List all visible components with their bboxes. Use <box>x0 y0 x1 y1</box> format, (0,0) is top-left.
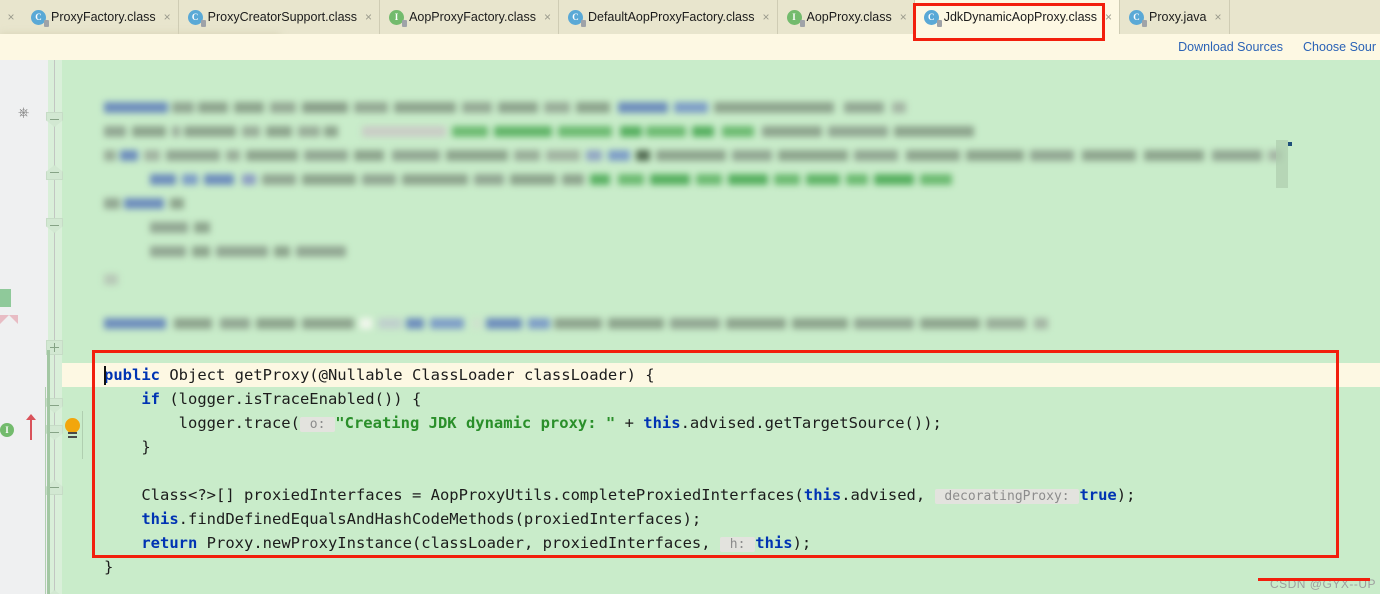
editor-gutter[interactable] <box>0 60 48 594</box>
collapsed-region-icon[interactable]: ⎈ <box>18 104 33 120</box>
text-caret <box>104 366 106 385</box>
code-token: logger.trace( <box>178 414 300 432</box>
editor-tab-label: JdkDynamicAopProxy.class <box>943 10 1098 24</box>
code-token: Object getProxy(@Nullable ClassLoader cl… <box>160 366 655 384</box>
editor-tab-jdkdynamicaopproxy-class[interactable]: C JdkDynamicAopProxy.class × <box>914 0 1121 34</box>
line-if-trace[interactable]: if (logger.isTraceEnabled()) { <box>104 387 1135 411</box>
editor-tab-proxyfactory-class[interactable]: C ProxyFactory.class × <box>22 0 179 34</box>
bookmark-icon[interactable] <box>0 315 18 324</box>
editor-tab-close-icon[interactable]: × <box>1214 10 1221 24</box>
code-token: "Creating JDK dynamic proxy: " <box>335 414 616 432</box>
line-signature[interactable]: public Object getProxy(@Nullable ClassLo… <box>104 363 1135 387</box>
vcs-change-marker[interactable] <box>0 289 11 307</box>
scroll-error-marker <box>1288 142 1292 146</box>
editor-tab-defaultaopproxyfactory-class[interactable]: C DefaultAopProxyFactory.class × <box>558 0 778 34</box>
code-token: if <box>141 390 160 408</box>
code-token: this <box>803 486 842 504</box>
editor-tab-aopproxyfactory-class[interactable]: I AopProxyFactory.class × <box>380 0 559 34</box>
editor-tab-aopproxy-class[interactable]: I AopProxy.class × <box>777 0 915 34</box>
scroll-region-marker <box>1276 140 1288 188</box>
tab-bar-close-icon[interactable]: × <box>0 0 22 34</box>
code-token: h: <box>719 537 756 552</box>
editor-tab-label: ProxyCreatorSupport.class <box>207 10 358 24</box>
code-editor[interactable]: ⎈ I public Object getProxy(@Nullable Cla… <box>0 60 1380 594</box>
line-proxied-interfaces[interactable]: Class<?>[] proxiedInterfaces = AopProxyU… <box>104 483 1135 507</box>
code-token: .advised.getTargetSource()); <box>680 414 942 432</box>
vcs-change-bar[interactable] <box>47 350 50 594</box>
line-close-if[interactable]: } <box>104 435 1135 459</box>
line-logger-trace[interactable]: logger.trace( o: "Creating JDK dynamic p… <box>104 411 1135 435</box>
line-find-defined[interactable]: this.findDefinedEqualsAndHashCodeMethods… <box>104 507 1135 531</box>
tab-bar-empty-space <box>1229 0 1380 34</box>
editor-tab-label: AopProxyFactory.class <box>409 10 536 24</box>
code-token: ); <box>792 534 812 552</box>
editor-tab-close-icon[interactable]: × <box>900 10 907 24</box>
code-token: .advised, <box>841 486 935 504</box>
editor-tab-close-icon[interactable]: × <box>365 10 372 24</box>
code-token: this <box>643 414 681 432</box>
editor-tab-label: Proxy.java <box>1149 10 1207 24</box>
editor-tab-label: ProxyFactory.class <box>51 10 156 24</box>
editor-tab-proxy-java[interactable]: C Proxy.java × <box>1120 0 1230 34</box>
class-icon: C <box>923 9 942 27</box>
fold-guide-line <box>54 60 55 594</box>
implementation-marker-icon[interactable]: I <box>0 423 14 437</box>
code-token: ); <box>1116 486 1136 504</box>
code-token: } <box>104 558 114 576</box>
download-sources-link[interactable]: Download Sources <box>1178 40 1283 54</box>
editor-tab-close-icon[interactable]: × <box>762 10 769 24</box>
override-arrow-icon[interactable] <box>26 414 36 440</box>
decompiled-sources-bar: Download Sources Choose Sour <box>0 34 1380 60</box>
interface-icon: I <box>389 9 408 27</box>
editor-tab-bar: × C ProxyFactory.class × C ProxyCreatorSuppo… <box>0 0 1380 34</box>
interface-icon: I <box>786 9 805 27</box>
line-return[interactable]: return Proxy.newProxyInstance(classLoade… <box>104 531 1135 555</box>
code-token: this <box>755 534 793 552</box>
code-token: } <box>141 438 151 456</box>
code-token: return <box>141 534 198 552</box>
choose-sources-link[interactable]: Choose Sour <box>1303 40 1376 54</box>
line-blank[interactable] <box>104 459 1135 483</box>
editor-tab-close-icon[interactable]: × <box>544 10 551 24</box>
editor-tab-proxycreatorsupport-class[interactable]: C ProxyCreatorSupport.class × <box>178 0 381 34</box>
code-token: this <box>141 510 179 528</box>
indent-guide <box>82 411 83 459</box>
editor-tab-label: DefaultAopProxyFactory.class <box>587 10 755 24</box>
code-token: decoratingProxy: <box>934 489 1080 504</box>
code-token: o: <box>299 417 336 432</box>
class-icon: C <box>567 9 586 27</box>
class-icon: C <box>1129 9 1148 27</box>
code-token: + <box>615 414 644 432</box>
line-close-method[interactable]: } <box>104 555 1135 579</box>
code-text[interactable]: public Object getProxy(@Nullable ClassLo… <box>62 60 1380 594</box>
class-icon: C <box>31 9 49 27</box>
code-token: (logger.isTraceEnabled()) { <box>160 390 422 408</box>
annotation-underline-watermark <box>1258 578 1370 581</box>
class-icon: C <box>187 9 206 27</box>
editor-tab-label: AopProxy.class <box>806 10 892 24</box>
code-token: public <box>104 366 160 384</box>
fold-strip[interactable] <box>48 60 62 594</box>
editor-window: × C ProxyFactory.class × C ProxyCreatorSuppo… <box>0 0 1380 594</box>
editor-tab-close-icon[interactable]: × <box>1105 10 1112 24</box>
editor-tab-close-icon[interactable]: × <box>164 10 171 24</box>
code-token: true <box>1079 486 1117 504</box>
code-token: Class<?>[] proxiedInterfaces = AopProxyU… <box>141 486 804 504</box>
code-token: Proxy.newProxyInstance(classLoader, prox… <box>197 534 720 552</box>
code-token: .findDefinedEqualsAndHashCodeMethods(pro… <box>178 510 702 528</box>
indent-guide <box>45 387 46 594</box>
